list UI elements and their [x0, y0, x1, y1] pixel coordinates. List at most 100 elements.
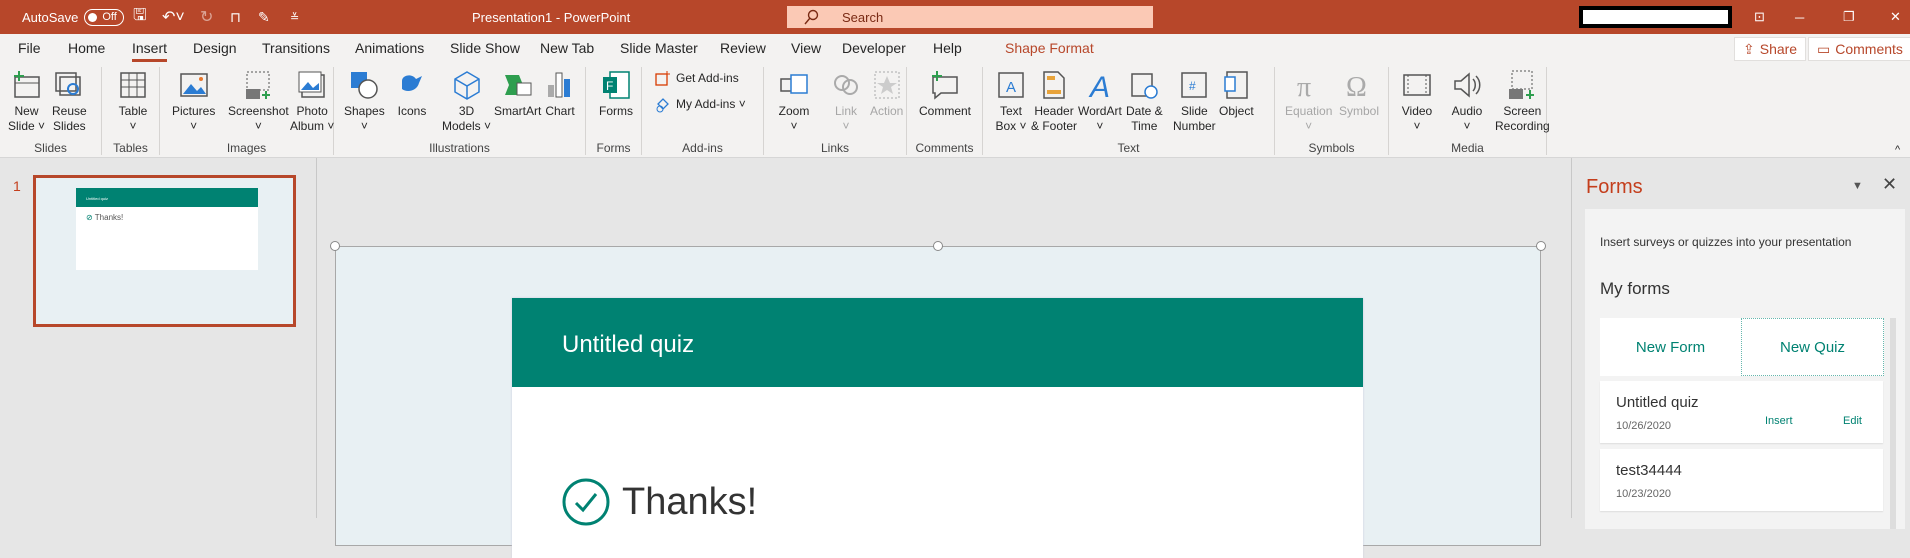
button-label: Symbol — [1339, 104, 1380, 118]
tab-transitions[interactable]: Transitions — [262, 40, 330, 56]
undo-icon[interactable]: ↶˅ — [162, 0, 185, 34]
new-slide-button[interactable]: New Slide ˅ — [8, 69, 45, 134]
tab-review[interactable]: Review — [720, 40, 766, 56]
forms-button[interactable]: F Forms — [599, 69, 633, 119]
form-name: test34444 — [1616, 462, 1682, 479]
form-list-item[interactable]: test34444 10/23/2020 — [1600, 449, 1883, 511]
tab-slide-master[interactable]: Slide Master — [620, 40, 698, 56]
tab-design[interactable]: Design — [193, 40, 237, 56]
group-label: Text — [1117, 141, 1140, 155]
restore-icon[interactable]: ❐ — [1843, 0, 1855, 34]
video-button[interactable]: Video ˅ — [1401, 69, 1433, 134]
tab-slide-show[interactable]: Slide Show — [450, 40, 520, 56]
ribbon-group-symbols: π Equation ˅ Ω Symbol Symbols — [1275, 67, 1389, 155]
forms-task-pane: Forms ▼ ✕ Insert surveys or quizzes into… — [1571, 158, 1910, 529]
zoom-button[interactable]: Zoom ˅ — [778, 69, 810, 134]
share-button[interactable]: ⇪ Share — [1734, 37, 1807, 61]
collapse-ribbon-icon[interactable]: ^ — [1895, 144, 1900, 156]
action-button[interactable]: Action — [870, 69, 903, 119]
slide-number-button[interactable]: # Slide Number — [1173, 69, 1216, 134]
minimize-icon[interactable]: ─ — [1795, 0, 1804, 34]
button-label: Forms — [599, 104, 633, 118]
form-list-item[interactable]: Untitled quiz 10/26/2020 Insert Edit — [1600, 381, 1883, 443]
text-box-button[interactable]: A Text Box ˅ — [995, 69, 1027, 134]
forms-embed[interactable]: Untitled quiz Thanks! — [512, 298, 1363, 558]
smartart-button[interactable]: SmartArt — [494, 69, 541, 119]
get-addins-button[interactable]: Get Add-ins — [654, 69, 739, 87]
object-button[interactable]: Object — [1219, 69, 1254, 119]
date-time-button[interactable]: Date & Time — [1126, 69, 1163, 134]
button-label-line2: Time — [1131, 119, 1158, 133]
save-icon[interactable]: 🖫 — [133, 0, 147, 34]
pictures-button[interactable]: Pictures ˅ — [172, 69, 215, 134]
ribbon-group-comments: Comment Comments — [907, 67, 983, 155]
button-label-line2: Slides — [53, 119, 86, 133]
search-box[interactable]: Search — [787, 6, 1153, 28]
link-button[interactable]: Link ˅ — [830, 69, 862, 134]
close-icon[interactable]: ✕ — [1890, 0, 1901, 34]
button-label: Video — [1401, 104, 1433, 118]
scrollbar[interactable] — [1890, 318, 1896, 529]
tab-view[interactable]: View — [791, 40, 821, 56]
tab-new-tab[interactable]: New Tab — [540, 40, 594, 56]
new-form-button[interactable]: New Form — [1600, 318, 1741, 376]
button-label-line2: ˅ — [1096, 119, 1104, 133]
redo-icon[interactable]: ↻ — [200, 0, 213, 34]
button-label: Date & — [1126, 104, 1163, 118]
wordart-icon: A — [1088, 71, 1110, 101]
tab-help[interactable]: Help — [933, 40, 962, 56]
slide[interactable]: Untitled quiz Thanks! — [335, 246, 1541, 558]
share-icon: ⇪ — [1743, 40, 1755, 57]
insert-link[interactable]: Insert — [1765, 415, 1793, 427]
my-addins-button[interactable]: My Add-ins ˅ — [654, 95, 746, 113]
pane-close-icon[interactable]: ✕ — [1882, 174, 1897, 195]
equation-button[interactable]: π Equation ˅ — [1285, 69, 1332, 134]
button-label-line2: ˅ — [790, 119, 798, 133]
pane-title: Forms — [1586, 176, 1643, 198]
autosave-toggle[interactable]: AutoSave Off — [22, 0, 124, 34]
edit-link[interactable]: Edit — [1843, 415, 1862, 427]
new-quiz-button[interactable]: New Quiz — [1741, 318, 1884, 376]
button-label-line2: ˅ — [1305, 119, 1313, 133]
ribbon-display-icon[interactable]: ⊡ — [1754, 0, 1765, 34]
3d-models-button[interactable]: 3D Models ˅ — [442, 69, 491, 134]
tab-file[interactable]: File — [18, 40, 41, 56]
wordart-button[interactable]: A WordArt ˅ — [1078, 69, 1122, 134]
slide-thumbnail[interactable]: Untitled quiz ⊘ Thanks! — [33, 175, 296, 327]
text-box-icon: A — [998, 72, 1024, 98]
screenshot-button[interactable]: Screenshot ˅ — [228, 69, 289, 134]
chart-button[interactable]: Chart — [544, 69, 576, 119]
header-footer-icon — [1043, 71, 1065, 99]
tab-developer[interactable]: Developer — [842, 40, 906, 56]
tab-shape-format[interactable]: Shape Format — [1005, 40, 1094, 56]
account-name-redacted[interactable] — [1579, 6, 1732, 28]
search-icon — [804, 9, 819, 25]
audio-button[interactable]: Audio ˅ — [1451, 69, 1483, 134]
resize-handle[interactable] — [330, 241, 340, 251]
comment-button[interactable]: Comment — [919, 69, 971, 119]
resize-handle[interactable] — [933, 241, 943, 251]
pane-options-icon[interactable]: ▼ — [1852, 180, 1863, 192]
tab-home[interactable]: Home — [68, 40, 105, 56]
button-label-line2: ˅ — [842, 119, 850, 133]
present-icon[interactable]: ⊓ — [230, 0, 241, 34]
tab-insert[interactable]: Insert — [132, 40, 168, 62]
button-label-line2: Box ˅ — [995, 119, 1027, 133]
icons-button[interactable]: Icons — [396, 69, 428, 119]
photo-album-button[interactable]: Photo Album ˅ — [290, 69, 334, 134]
customize-toolbar-icon[interactable]: ≚ — [290, 0, 299, 34]
autosave-label: AutoSave — [22, 9, 79, 25]
touch-mode-icon[interactable]: ✎ — [258, 0, 270, 34]
shapes-button[interactable]: Shapes ˅ — [344, 69, 385, 134]
resize-handle[interactable] — [1536, 241, 1546, 251]
3d-models-icon — [453, 71, 480, 100]
tab-animations[interactable]: Animations — [355, 40, 424, 56]
symbol-button[interactable]: Ω Symbol — [1339, 69, 1379, 119]
slide-editor: Untitled quiz Thanks! — [318, 158, 1570, 558]
header-footer-button[interactable]: Header & Footer — [1031, 69, 1077, 134]
comments-button[interactable]: ▭ Comments — [1808, 37, 1910, 61]
button-label-line2: & Footer — [1031, 119, 1078, 133]
reuse-slides-button[interactable]: Reuse Slides — [52, 69, 87, 134]
screen-recording-button[interactable]: Screen Recording — [1495, 69, 1550, 134]
table-button[interactable]: Table ˅ — [117, 69, 149, 134]
